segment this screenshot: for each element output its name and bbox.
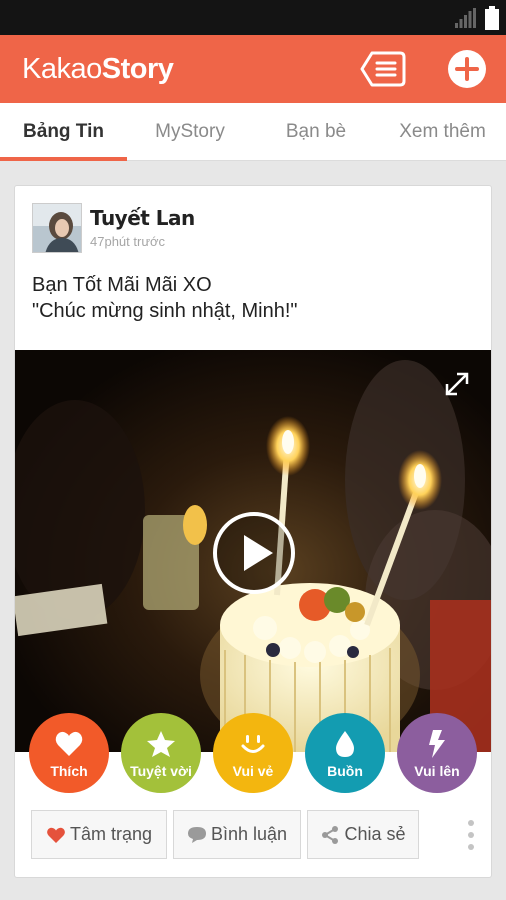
expand-icon[interactable] bbox=[441, 368, 473, 400]
post-text-line1: Bạn Tốt Mãi Mãi XO bbox=[32, 274, 212, 296]
share-button[interactable]: Chia sẻ bbox=[307, 810, 419, 859]
reaction-vui-ve-button[interactable]: Vui vẻ bbox=[213, 713, 293, 793]
reaction-label: Thích bbox=[50, 763, 88, 779]
app-bar: KakaoStory bbox=[0, 35, 506, 103]
share-label: Chia sẻ bbox=[344, 824, 406, 844]
add-post-button[interactable] bbox=[444, 46, 490, 92]
avatar-image bbox=[33, 204, 81, 252]
status-bar bbox=[0, 0, 506, 35]
reaction-label: Vui vẻ bbox=[232, 763, 274, 779]
signal-icon bbox=[455, 8, 476, 28]
logo-story-text: Story bbox=[101, 53, 174, 85]
kakaostory-logo: KakaoStory bbox=[22, 53, 174, 86]
list-bubble-icon bbox=[360, 51, 406, 87]
tab-xem-them[interactable]: Xem thêm bbox=[379, 103, 506, 161]
heart-icon bbox=[47, 827, 65, 843]
reaction-tuyet-voi-button[interactable]: Tuyệt vời bbox=[121, 713, 201, 793]
mood-button[interactable]: Tâm trạng bbox=[31, 810, 167, 859]
post-text-line2: "Chúc mừng sinh nhật, Minh!" bbox=[32, 300, 298, 322]
play-icon[interactable] bbox=[211, 510, 297, 596]
author-avatar[interactable] bbox=[32, 203, 82, 253]
drop-icon bbox=[336, 731, 354, 757]
reaction-label: Vui lên bbox=[414, 763, 460, 779]
reaction-label: Tuyệt vời bbox=[130, 763, 192, 779]
tab-bang-tin[interactable]: Bảng Tin bbox=[0, 103, 127, 161]
post-card: Tuyết Lan 47phút trước Bạn Tốt Mãi Mãi X… bbox=[14, 185, 492, 878]
menu-button[interactable] bbox=[360, 46, 408, 92]
comment-label: Bình luận bbox=[210, 824, 288, 844]
active-tab-indicator bbox=[0, 157, 127, 161]
reaction-vui-len-button[interactable]: Vui lên bbox=[397, 713, 477, 793]
smile-icon bbox=[241, 735, 265, 753]
tab-ban-be[interactable]: Bạn bè bbox=[253, 103, 379, 161]
comment-icon bbox=[187, 826, 206, 843]
bolt-icon bbox=[429, 730, 445, 758]
tab-bar: Bảng Tin MyStory Bạn bè Xem thêm bbox=[0, 103, 506, 161]
heart-icon bbox=[55, 731, 83, 756]
post-author-name[interactable]: Tuyết Lan bbox=[90, 206, 195, 230]
star-icon bbox=[147, 731, 175, 757]
reaction-buon-button[interactable]: Buồn bbox=[305, 713, 385, 793]
plus-circle-icon bbox=[448, 50, 486, 88]
share-icon bbox=[322, 825, 339, 844]
reaction-thich-button[interactable]: Thích bbox=[29, 713, 109, 793]
post-text: Bạn Tốt Mãi Mãi XO "Chúc mừng sinh nhật,… bbox=[32, 272, 298, 324]
post-timestamp: 47phút trước bbox=[90, 234, 166, 249]
post-video[interactable] bbox=[15, 350, 491, 752]
tab-mystory[interactable]: MyStory bbox=[127, 103, 253, 161]
logo-kakao-text: Kakao bbox=[22, 53, 102, 85]
battery-icon bbox=[485, 6, 499, 30]
comment-button[interactable]: Bình luận bbox=[173, 810, 301, 859]
more-options-icon[interactable] bbox=[463, 818, 479, 852]
mood-label: Tâm trạng bbox=[69, 824, 153, 844]
reaction-label: Buồn bbox=[327, 763, 363, 779]
